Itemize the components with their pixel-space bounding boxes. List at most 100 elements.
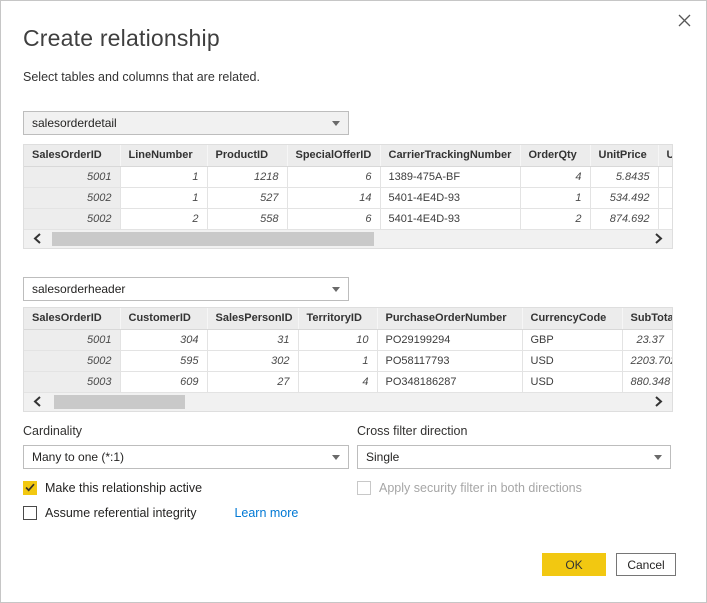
table1-scroll-track[interactable] (50, 230, 646, 248)
cross-filter-value: Single (366, 450, 654, 464)
column-header[interactable]: PurchaseOrderNumber (377, 308, 522, 329)
close-button[interactable] (672, 8, 696, 32)
checkmark-icon (25, 479, 35, 497)
table-cell[interactable]: 534.492 (590, 187, 658, 208)
table-cell[interactable]: 874.692 (590, 208, 658, 229)
table-header-row: SalesOrderIDLineNumberProductIDSpecialOf… (24, 145, 672, 166)
table-cell[interactable]: 5001 (24, 166, 120, 187)
table-row: 50021527145401-4E4D-931534.492 (24, 187, 672, 208)
table-cell[interactable]: 1 (120, 166, 207, 187)
security-filter-row: Apply security filter in both directions (357, 481, 582, 495)
table1-select-value: salesorderdetail (32, 116, 332, 130)
column-header[interactable]: SpecialOfferID (287, 145, 380, 166)
table-cell[interactable]: 5.8435 (590, 166, 658, 187)
table-cell[interactable] (658, 208, 672, 229)
table-cell[interactable]: 304 (120, 329, 207, 350)
table-cell[interactable]: 10 (298, 329, 377, 350)
column-header[interactable]: CarrierTrackingNumber (380, 145, 520, 166)
relationship-active-row: Make this relationship active (23, 481, 202, 495)
table-cell[interactable]: 558 (207, 208, 287, 229)
table-cell[interactable]: 14 (287, 187, 380, 208)
table2-preview: SalesOrderIDCustomerIDSalesPersonIDTerri… (23, 307, 673, 412)
relationship-active-label: Make this relationship active (45, 481, 202, 495)
cardinality-dropdown[interactable]: Many to one (*:1) (23, 445, 349, 469)
table-cell[interactable]: USD (522, 371, 622, 392)
table-cell[interactable]: 31 (207, 329, 298, 350)
table-cell[interactable]: 2 (120, 208, 207, 229)
table-cell[interactable]: GBP (522, 329, 622, 350)
security-filter-label: Apply security filter in both directions (379, 481, 582, 495)
chevron-down-icon (332, 455, 340, 460)
table-cell[interactable]: 2 (520, 208, 590, 229)
column-header[interactable]: SalesOrderID (24, 308, 120, 329)
table2-grid[interactable]: SalesOrderIDCustomerIDSalesPersonIDTerri… (24, 308, 672, 393)
column-header[interactable]: SalesOrderID (24, 145, 120, 166)
table-row: 5003609274PO348186287USD880.348 (24, 371, 672, 392)
table-header-row: SalesOrderIDCustomerIDSalesPersonIDTerri… (24, 308, 672, 329)
table-cell[interactable]: 4 (298, 371, 377, 392)
ok-button[interactable]: OK (542, 553, 606, 576)
table2-scroll-track[interactable] (50, 393, 646, 411)
column-header[interactable]: SubTotal (622, 308, 672, 329)
table-cell[interactable]: 23.37 (622, 329, 672, 350)
table-cell[interactable]: 880.348 (622, 371, 672, 392)
scroll-right-icon[interactable] (646, 230, 672, 248)
table-cell[interactable]: 595 (120, 350, 207, 371)
table1-scroll-thumb[interactable] (52, 232, 374, 246)
column-header[interactable]: OrderQty (520, 145, 590, 166)
table-cell[interactable]: 4 (520, 166, 590, 187)
table-cell[interactable]: USD (522, 350, 622, 371)
cross-filter-dropdown[interactable]: Single (357, 445, 671, 469)
table-cell[interactable]: 1 (298, 350, 377, 371)
table-cell[interactable]: 1389-475A-BF (380, 166, 520, 187)
table2-hscrollbar[interactable] (24, 393, 672, 411)
cancel-button[interactable]: Cancel (616, 553, 676, 576)
cross-filter-label: Cross filter direction (357, 424, 467, 438)
table-cell[interactable]: 2203.702 (622, 350, 672, 371)
table2-scroll-thumb[interactable] (54, 395, 185, 409)
table-cell[interactable] (658, 187, 672, 208)
table1-grid[interactable]: SalesOrderIDLineNumberProductIDSpecialOf… (24, 145, 672, 230)
table1-select-dropdown[interactable]: salesorderdetail (23, 111, 349, 135)
chevron-down-icon (654, 455, 662, 460)
scroll-right-icon[interactable] (646, 393, 672, 411)
table-cell[interactable]: 1 (520, 187, 590, 208)
scroll-left-icon[interactable] (24, 393, 50, 411)
learn-more-link[interactable]: Learn more (234, 506, 298, 520)
table-cell[interactable]: 5401-4E4D-93 (380, 208, 520, 229)
column-header[interactable]: LineNumber (120, 145, 207, 166)
table-cell[interactable]: 5002 (24, 350, 120, 371)
table-cell[interactable]: PO29199294 (377, 329, 522, 350)
cardinality-label: Cardinality (23, 424, 82, 438)
column-header[interactable]: U (658, 145, 672, 166)
column-header[interactable]: CustomerID (120, 308, 207, 329)
table-cell[interactable]: 527 (207, 187, 287, 208)
scroll-left-icon[interactable] (24, 230, 50, 248)
table-cell[interactable]: 6 (287, 166, 380, 187)
referential-integrity-row: Assume referential integrity Learn more (23, 506, 298, 520)
table-cell[interactable]: 5003 (24, 371, 120, 392)
column-header[interactable]: SalesPersonID (207, 308, 298, 329)
table-cell[interactable]: 1 (120, 187, 207, 208)
table-cell[interactable]: 1218 (207, 166, 287, 187)
column-header[interactable]: TerritoryID (298, 308, 377, 329)
table-cell[interactable] (658, 166, 672, 187)
table-cell[interactable]: PO58117793 (377, 350, 522, 371)
referential-integrity-checkbox[interactable] (23, 506, 37, 520)
table-cell[interactable]: 5001 (24, 329, 120, 350)
cardinality-value: Many to one (*:1) (32, 450, 332, 464)
column-header[interactable]: UnitPrice (590, 145, 658, 166)
table-cell[interactable]: 6 (287, 208, 380, 229)
table-cell[interactable]: 5002 (24, 187, 120, 208)
column-header[interactable]: ProductID (207, 145, 287, 166)
relationship-active-checkbox[interactable] (23, 481, 37, 495)
table2-select-dropdown[interactable]: salesorderheader (23, 277, 349, 301)
table-cell[interactable]: PO348186287 (377, 371, 522, 392)
table1-hscrollbar[interactable] (24, 230, 672, 248)
table-cell[interactable]: 302 (207, 350, 298, 371)
table-cell[interactable]: 5401-4E4D-93 (380, 187, 520, 208)
table-cell[interactable]: 27 (207, 371, 298, 392)
table-cell[interactable]: 609 (120, 371, 207, 392)
table-cell[interactable]: 5002 (24, 208, 120, 229)
column-header[interactable]: CurrencyCode (522, 308, 622, 329)
